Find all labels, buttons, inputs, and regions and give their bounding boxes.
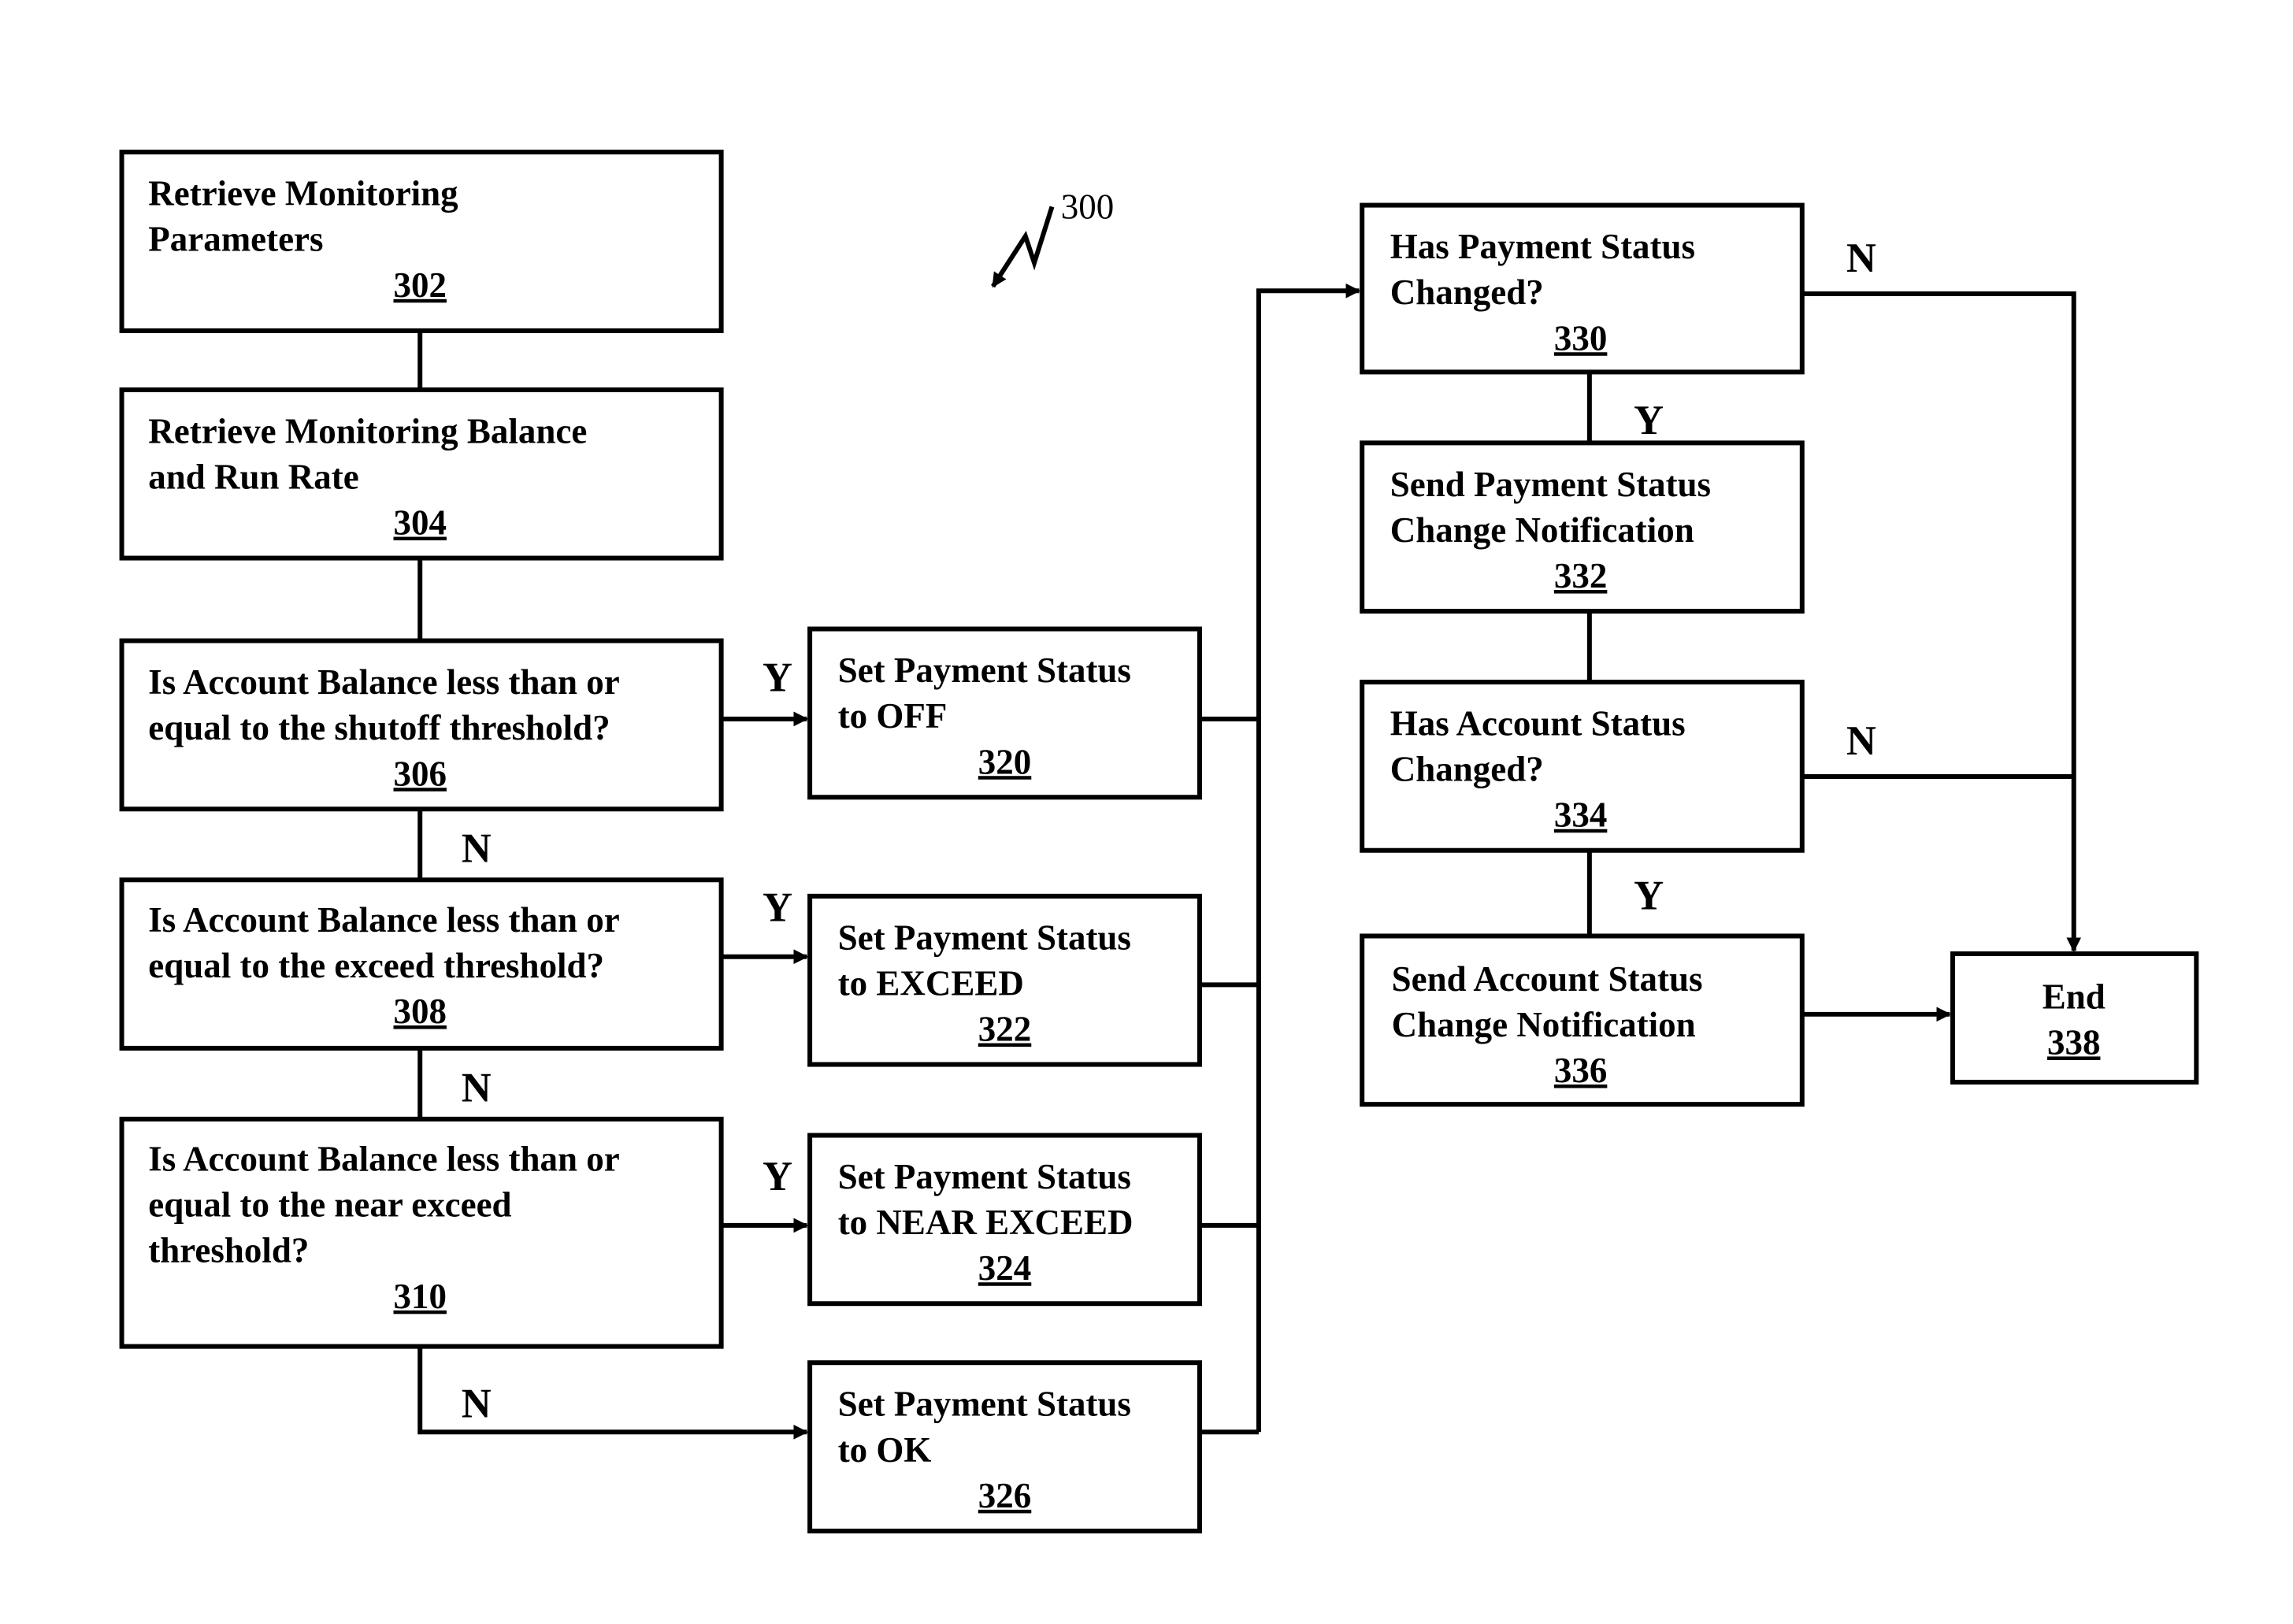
step-text: and Run Rate [148, 457, 358, 496]
step-ref: 308 [393, 992, 446, 1031]
step-ref: 302 [393, 265, 446, 305]
step-ref: 304 [393, 503, 446, 543]
step-text: Retrieve Monitoring Balance [148, 411, 587, 450]
step-text: Is Account Balance less than or [148, 1140, 619, 1179]
edge-label-no: N [1846, 718, 1876, 764]
step-text: to EXCEED [838, 963, 1024, 1003]
step-322: Set Payment Status to EXCEED 322 [807, 893, 1202, 1067]
step-text: Set Payment Status [838, 918, 1131, 957]
edge-label-yes: Y [762, 654, 792, 700]
edge-label-yes: Y [762, 1154, 792, 1199]
edge-label-yes: Y [1634, 873, 1664, 919]
step-324: Set Payment Status to NEAR EXCEED 324 [807, 1133, 1202, 1307]
step-text: to NEAR EXCEED [838, 1203, 1134, 1242]
step-text: Is Account Balance less than or [148, 900, 619, 940]
decision-310: Is Account Balance less than or equal to… [119, 1116, 724, 1349]
edge-label-no: N [462, 1065, 492, 1110]
step-text: equal to the shutoff threshold? [148, 708, 610, 747]
step-text: Set Payment Status [838, 1157, 1131, 1196]
decision-334: Has Account Status Changed? 334 [1360, 680, 1805, 853]
step-ref: 336 [1554, 1051, 1607, 1090]
end-338: End 338 [1950, 951, 2199, 1085]
step-ref: 330 [1554, 318, 1607, 358]
step-ref: 306 [393, 754, 446, 793]
step-text: to OFF [838, 696, 948, 736]
step-332: Send Payment Status Change Notification … [1360, 440, 1805, 614]
step-ref: 334 [1554, 795, 1607, 835]
edge-label-no: N [1846, 235, 1876, 281]
edge-bus-330 [1256, 283, 1361, 1433]
step-ref: 326 [978, 1476, 1031, 1515]
step-text: Is Account Balance less than or [148, 662, 619, 702]
step-ref: 310 [393, 1277, 446, 1316]
step-text: End [2043, 977, 2106, 1016]
step-text: Changed? [1390, 273, 1544, 312]
edge-330-338 [1801, 291, 2082, 953]
figure-pointer-icon [991, 206, 1055, 288]
step-text: Change Notification [1392, 1005, 1696, 1044]
figure-reference: 300 [991, 187, 1114, 288]
step-ref: 322 [978, 1010, 1031, 1049]
step-326: Set Payment Status to OK 326 [807, 1360, 1202, 1533]
step-ref: 332 [1554, 556, 1607, 595]
decision-330: Has Payment Status Changed? 330 [1360, 202, 1805, 375]
step-text: Set Payment Status [838, 651, 1131, 690]
step-text: Send Payment Status [1390, 465, 1711, 504]
step-text: Parameters [148, 220, 323, 259]
step-ref: 338 [2047, 1022, 2100, 1062]
edge-label-no: N [462, 1381, 492, 1427]
decision-308: Is Account Balance less than or equal to… [119, 877, 724, 1051]
edge-label-yes: Y [1634, 398, 1664, 443]
decision-306: Is Account Balance less than or equal to… [119, 638, 724, 812]
step-text: Has Account Status [1390, 704, 1686, 743]
step-304: Retrieve Monitoring Balance and Run Rate… [119, 387, 724, 561]
figure-number: 300 [1061, 187, 1114, 226]
step-336: Send Account Status Change Notification … [1360, 933, 1805, 1107]
step-text: Changed? [1390, 750, 1544, 789]
edge-label-no: N [462, 826, 492, 872]
step-text: to OK [838, 1430, 932, 1470]
step-text: Has Payment Status [1390, 227, 1695, 266]
step-text: equal to the exceed threshold? [148, 946, 604, 985]
step-text: Set Payment Status [838, 1385, 1131, 1424]
step-320: Set Payment Status to OFF 320 [807, 626, 1202, 800]
step-text: threshold? [148, 1231, 309, 1270]
flowchart: 300 Y N Y N Y N N Y N Y Retrieve Monitor… [119, 150, 2199, 1533]
step-text: Change Notification [1390, 510, 1694, 550]
step-text: Retrieve Monitoring [148, 174, 458, 213]
edge-label-yes: Y [762, 885, 792, 931]
step-text: Send Account Status [1392, 959, 1703, 999]
step-ref: 324 [978, 1248, 1031, 1288]
step-text: equal to the near exceed [148, 1185, 511, 1225]
step-ref: 320 [978, 742, 1031, 781]
step-302: Retrieve Monitoring Parameters 302 [119, 150, 724, 333]
